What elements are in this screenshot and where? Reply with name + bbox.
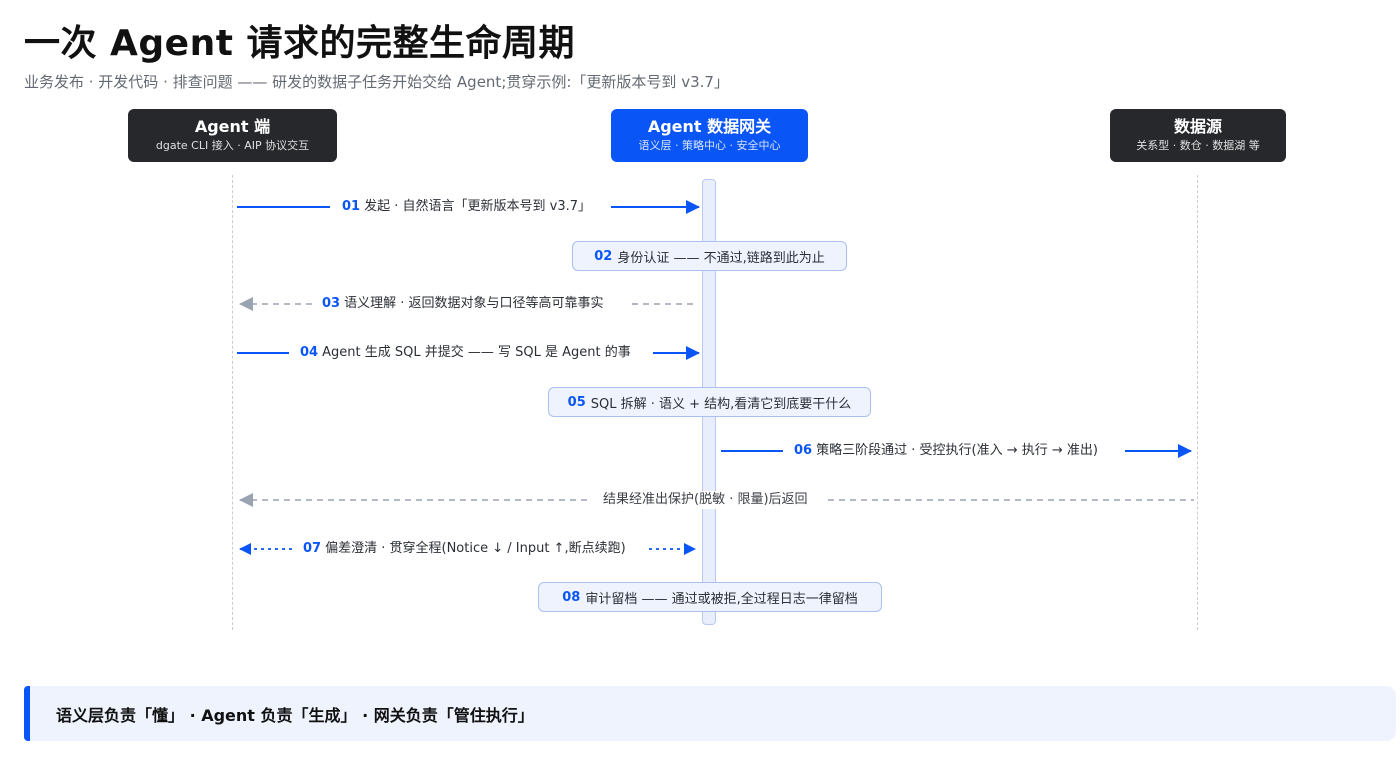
- step-01-text: 发起 · 自然语言「更新版本号到 v3.7」: [364, 199, 591, 214]
- step-06-text: 策略三阶段通过 · 受控执行(准入 → 执行 → 准出): [816, 443, 1098, 458]
- step-02-num: 02: [594, 248, 613, 264]
- step-03-text: 语义理解 · 返回数据对象与口径等高可靠事实: [344, 296, 604, 311]
- message-arrows: [237, 200, 1194, 555]
- step-08-box: 08 审计留档 —— 通过或被拒,全过程日志一律留档: [538, 582, 882, 612]
- step-04-num: 04: [300, 345, 319, 360]
- step-02-text: 身份认证 —— 不通过,链路到此为止: [617, 250, 825, 266]
- step-05-num: 05: [567, 394, 586, 410]
- step-05-text: SQL 拆解 · 语义 + 结构,看清它到底要干什么: [590, 396, 852, 412]
- step-03-label: 03 语义理解 · 返回数据对象与口径等高可靠事实: [316, 295, 610, 313]
- step-05-box: 05 SQL 拆解 · 语义 + 结构,看清它到底要干什么: [548, 387, 871, 417]
- step-06-label: 06 策略三阶段通过 · 受控执行(准入 → 执行 → 准出): [788, 442, 1104, 460]
- return-label: 结果经准出保护(脱敏 · 限量)后返回: [597, 491, 814, 509]
- summary-text: 语义层负责「懂」 · Agent 负责「生成」 · 网关负责「管住执行」: [56, 705, 534, 725]
- step-08-text: 审计留档 —— 通过或被拒,全过程日志一律留档: [585, 591, 858, 607]
- summary-banner: 语义层负责「懂」 · Agent 负责「生成」 · 网关负责「管住执行」: [24, 686, 1396, 741]
- step-04-label: 04 Agent 生成 SQL 并提交 —— 写 SQL 是 Agent 的事: [294, 344, 637, 362]
- step-08-num: 08: [562, 589, 581, 605]
- step-01-label: 01 发起 · 自然语言「更新版本号到 v3.7」: [336, 198, 597, 216]
- step-07-num: 07: [303, 541, 322, 556]
- step-07-text: 偏差澄清 · 贯穿全程(Notice ↓ / Input ↑,断点续跑): [325, 541, 626, 556]
- step-07-label: 07 偏差澄清 · 贯穿全程(Notice ↓ / Input ↑,断点续跑): [297, 540, 632, 558]
- step-04-text: Agent 生成 SQL 并提交 —— 写 SQL 是 Agent 的事: [322, 345, 631, 360]
- return-text: 结果经准出保护(脱敏 · 限量)后返回: [603, 492, 808, 507]
- step-01-num: 01: [342, 199, 361, 214]
- step-06-num: 06: [794, 443, 813, 458]
- step-02-box: 02 身份认证 —— 不通过,链路到此为止: [572, 241, 847, 271]
- step-03-num: 03: [322, 296, 341, 311]
